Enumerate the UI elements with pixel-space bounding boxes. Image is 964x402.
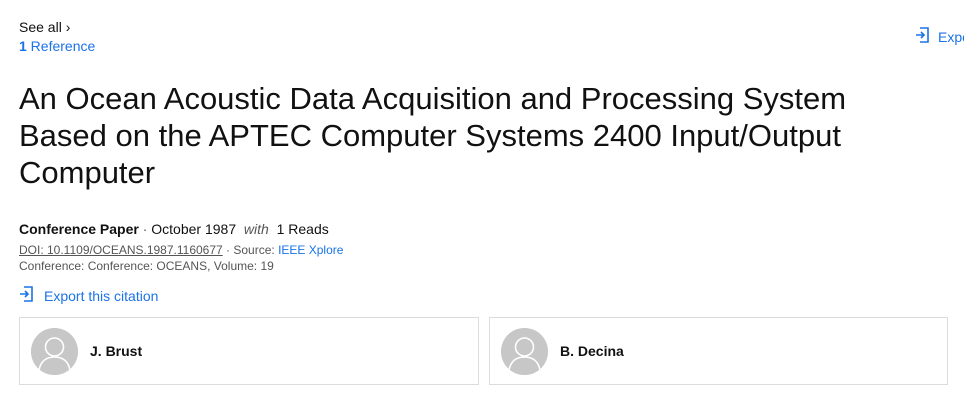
reference-count: 1 xyxy=(19,38,27,54)
export-citation-button[interactable]: Export this citation xyxy=(19,286,158,305)
export-citation-label: Export this citation xyxy=(44,287,159,304)
avatar xyxy=(501,327,548,375)
paper-date: October 1987 xyxy=(151,221,237,237)
reference-label: Reference xyxy=(26,38,96,54)
paper-type: Conference Paper xyxy=(19,221,139,237)
publication-page: See all › 1 Reference Expo An Ocean Acou… xyxy=(0,0,964,402)
user-silhouette-icon xyxy=(501,327,548,375)
export-top-button[interactable]: Expo xyxy=(915,27,964,46)
avatar xyxy=(31,327,78,375)
paper-title: An Ocean Acoustic Data Acquisition and P… xyxy=(19,81,847,190)
author-name: B. Decina xyxy=(560,343,624,359)
author-name: J. Brust xyxy=(90,343,143,359)
paper-meta: Conference Paper · October 1987 with 1 R… xyxy=(19,221,329,237)
meta-separator: · xyxy=(142,221,148,237)
author-card[interactable]: B. Decina xyxy=(489,317,948,385)
doi-line: DOI: 10.1109/OCEANS.1987.1160677 · Sourc… xyxy=(19,243,343,257)
author-card[interactable]: J. Brust xyxy=(19,317,479,385)
user-silhouette-icon xyxy=(31,327,78,375)
meta-with: with xyxy=(243,221,269,237)
conference-info: Conference: Conference: OCEANS, Volume: … xyxy=(19,259,274,273)
see-all-link[interactable]: See all › xyxy=(19,19,70,35)
source-label: · Source: xyxy=(222,243,279,257)
export-icon xyxy=(915,27,930,46)
doi-link[interactable]: DOI: 10.1109/OCEANS.1987.1160677 xyxy=(19,243,223,257)
export-icon xyxy=(19,286,34,305)
source-link[interactable]: IEEE Xplore xyxy=(278,243,343,257)
export-top-label: Expo xyxy=(938,28,964,45)
reference-link[interactable]: 1 Reference xyxy=(19,38,95,54)
paper-reads: 1 Reads xyxy=(276,221,329,237)
